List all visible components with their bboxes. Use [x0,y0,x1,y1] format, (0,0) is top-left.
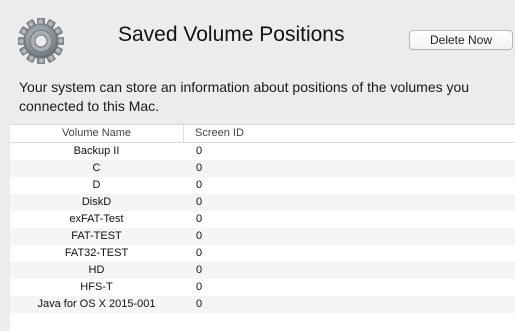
screen-id-cell: 0 [196,247,203,259]
table-header: Volume Name Screen ID [10,125,515,143]
table-row[interactable]: Java for OS X 2015-001 0 [10,296,515,313]
volume-name-cell: HFS-T [80,281,113,293]
page-title: Saved Volume Positions [118,23,345,46]
screen-id-cell: 0 [196,162,203,174]
volume-name-cell: exFAT-Test [69,213,124,225]
table-row[interactable]: FAT-TEST 0 [10,228,515,245]
column-header-screen-id[interactable]: Screen ID [195,125,244,142]
screen-id-cell: 0 [196,281,203,293]
screen-id-cell: 0 [196,298,203,310]
volumes-table: Volume Name Screen ID Backup II 0 C0 D0 D… [10,124,515,331]
table-row[interactable]: HFS-T 0 [10,279,515,296]
volume-name-cell: C [92,162,101,174]
volume-name-cell: Backup II [73,145,120,157]
delete-now-button[interactable]: Delete Now [409,30,513,50]
screen-id-cell: 0 [196,196,203,208]
table-row[interactable]: D0 [10,177,515,194]
screen-id-cell: 0 [196,264,203,276]
column-header-volume-name[interactable]: Volume Name [10,125,184,142]
table-row[interactable]: Backup II 0 [10,143,515,160]
table-row[interactable]: DiskD 0 [10,194,515,211]
screen-id-cell: 0 [196,145,203,157]
volume-name-cell: D [92,179,101,191]
gear-icon [18,18,64,64]
table-row[interactable]: exFAT-Test 0 [10,211,515,228]
table-row[interactable]: FAT32-TEST 0 [10,245,515,262]
description-text: Your system can store an information abo… [19,79,470,114]
volume-name-cell: HD [88,264,105,276]
screen-id-cell: 0 [196,179,203,191]
volume-name-cell: FAT32-TEST [64,247,129,259]
table-row[interactable]: HD 0 [10,262,515,279]
header: Saved Volume Positions Delete Now [0,0,515,74]
table-body: Backup II 0 C0 D0 DiskD 0 exFAT-Test 0 FAT-… [10,143,515,313]
volume-name-cell: Java for OS X 2015-001 [37,298,156,310]
screen-id-cell: 0 [196,213,203,225]
screen-id-cell: 0 [196,230,203,242]
volume-name-cell: FAT-TEST [71,230,122,242]
volume-name-cell: DiskD [81,196,112,208]
table-row[interactable]: C0 [10,160,515,177]
